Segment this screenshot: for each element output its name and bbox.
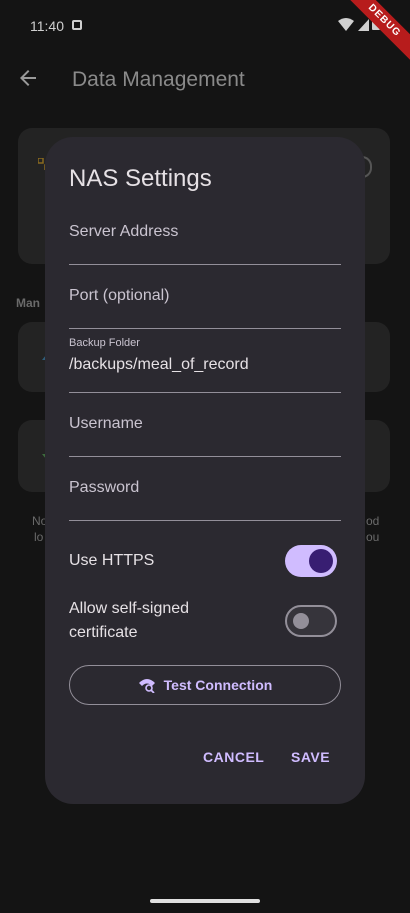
test-connection-button[interactable]: Test Connection bbox=[69, 665, 341, 705]
port-field[interactable]: Port (optional) bbox=[69, 265, 341, 329]
save-button[interactable]: SAVE bbox=[291, 745, 330, 769]
dialog-title: NAS Settings bbox=[69, 165, 212, 192]
backup-folder-value: /backups/meal_of_record bbox=[69, 356, 249, 373]
server-address-label: Server Address bbox=[69, 223, 179, 240]
home-indicator[interactable] bbox=[150, 899, 260, 903]
allow-self-signed-label: Allow self-signed certificate bbox=[69, 600, 190, 641]
allow-self-signed-row: Allow self-signed certificate bbox=[69, 595, 341, 647]
cancel-button[interactable]: CANCEL bbox=[203, 745, 264, 769]
background-text: ou bbox=[366, 530, 380, 544]
use-https-row: Use HTTPS bbox=[69, 543, 341, 579]
network-check-icon bbox=[138, 679, 155, 693]
status-time: 11:40 bbox=[30, 18, 64, 34]
wifi-icon bbox=[338, 18, 354, 31]
background-text: od bbox=[366, 514, 380, 528]
username-label: Username bbox=[69, 415, 143, 432]
background-text: lo bbox=[34, 530, 44, 544]
arrow-back-icon[interactable] bbox=[16, 66, 40, 90]
server-address-field[interactable]: Server Address bbox=[69, 201, 341, 265]
password-field[interactable]: Password bbox=[69, 457, 341, 521]
password-label: Password bbox=[69, 479, 140, 496]
toggle-knob bbox=[293, 613, 309, 629]
username-field[interactable]: Username bbox=[69, 393, 341, 457]
backup-folder-field[interactable]: Backup Folder /backups/meal_of_record bbox=[69, 329, 341, 393]
nas-settings-dialog: NAS Settings Server Address Port (option… bbox=[45, 137, 365, 804]
allow-self-signed-toggle[interactable] bbox=[285, 605, 337, 637]
toggle-knob bbox=[309, 549, 333, 573]
status-bar: 11:40 bbox=[0, 0, 410, 50]
app-bar: Data Management bbox=[0, 50, 410, 110]
use-https-label: Use HTTPS bbox=[69, 552, 155, 569]
use-https-toggle[interactable] bbox=[285, 545, 337, 577]
test-connection-label: Test Connection bbox=[163, 677, 273, 693]
background-section-label: Man bbox=[16, 296, 40, 310]
backup-folder-label: Backup Folder bbox=[69, 337, 140, 349]
port-label: Port (optional) bbox=[69, 287, 170, 304]
signal-icon bbox=[358, 19, 369, 31]
notification-icon bbox=[72, 20, 82, 30]
page-title: Data Management bbox=[72, 68, 245, 91]
